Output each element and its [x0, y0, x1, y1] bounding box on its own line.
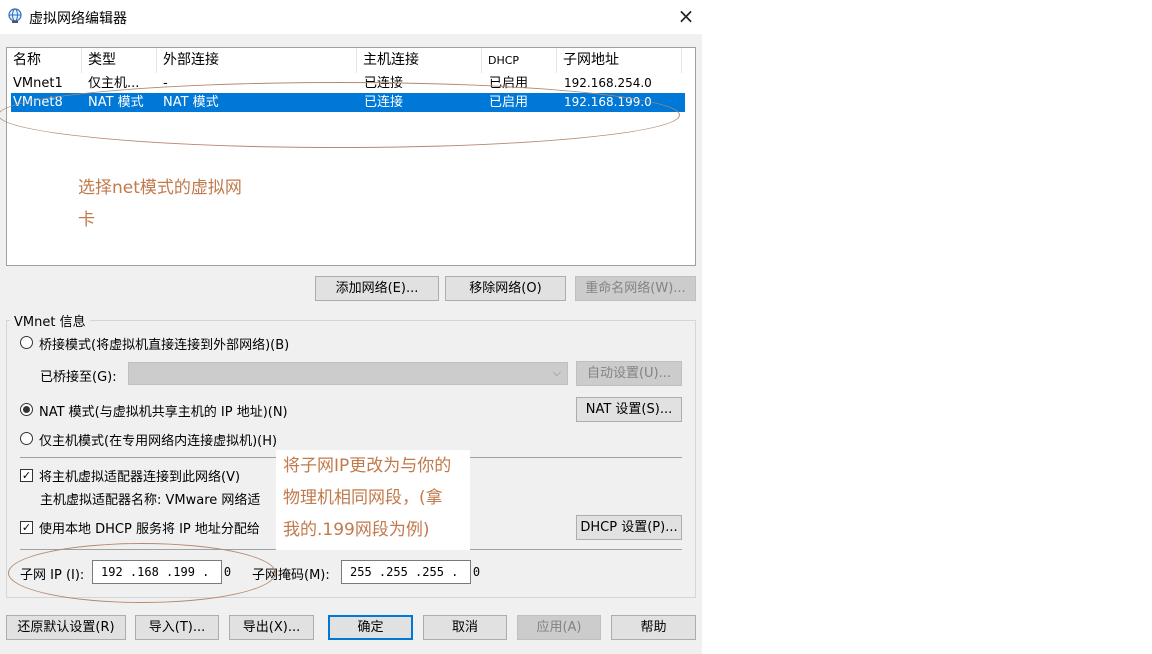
vmnet-info-label: VMnet 信息: [10, 311, 90, 330]
host-only-label[interactable]: 仅主机模式(在专用网络内连接虚拟机)(H): [39, 430, 277, 449]
network-globe-icon: [7, 8, 23, 24]
rename-network-button[interactable]: 重命名网络(W)...: [575, 276, 696, 301]
use-dhcp-label[interactable]: 使用本地 DHCP 服务将 IP 地址分配给: [39, 518, 260, 537]
list-header: 名称 类型 外部连接 主机连接 DHCP 子网地址: [7, 48, 695, 73]
remove-network-button[interactable]: 移除网络(O): [445, 276, 566, 301]
annotation-select-line2: 卡: [78, 210, 95, 230]
annotation-select-line1: 选择net模式的虚拟网: [78, 178, 242, 198]
column-header-dhcp[interactable]: DHCP: [482, 48, 557, 73]
apply-button[interactable]: 应用(A): [517, 615, 601, 640]
chevron-down-icon: ⌵: [552, 366, 561, 379]
export-button[interactable]: 导出(X)...: [229, 615, 314, 640]
nat-settings-button[interactable]: NAT 设置(S)...: [576, 397, 682, 422]
bridged-to-select[interactable]: ⌵: [128, 362, 568, 385]
column-header-name[interactable]: 名称: [7, 48, 82, 73]
auto-settings-button[interactable]: 自动设置(U)...: [576, 361, 682, 386]
nat-mode-radio[interactable]: [20, 403, 33, 416]
add-network-button[interactable]: 添加网络(E)...: [315, 276, 439, 301]
connect-adapter-label[interactable]: 将主机虚拟适配器连接到此网络(V): [39, 466, 240, 485]
use-dhcp-checkbox[interactable]: ✓: [20, 521, 33, 534]
column-header-external[interactable]: 外部连接: [157, 48, 357, 73]
connect-adapter-checkbox[interactable]: ✓: [20, 469, 33, 482]
column-header-type[interactable]: 类型: [82, 48, 157, 73]
column-header-subnet[interactable]: 子网地址: [557, 48, 682, 73]
bridge-mode-label[interactable]: 桥接模式(将虚拟机直接连接到外部网络)(B): [39, 334, 289, 353]
help-button[interactable]: 帮助: [611, 615, 696, 640]
bridge-mode-radio[interactable]: [20, 336, 33, 349]
annotation-oval-selected-row: [0, 82, 680, 148]
close-icon[interactable]: ×: [672, 4, 700, 30]
import-button[interactable]: 导入(T)...: [135, 615, 219, 640]
nat-mode-label[interactable]: NAT 模式(与虚拟机共享主机的 IP 地址)(N): [39, 401, 288, 420]
window-title: 虚拟网络编辑器: [29, 11, 127, 27]
annotation-change-line3: 我的.199网段为例): [283, 520, 430, 540]
annotation-change-line2: 物理机相同网段，(拿: [283, 488, 443, 508]
subnet-mask-field[interactable]: 255 .255 .255 . 0: [341, 560, 480, 584]
host-only-radio[interactable]: [20, 432, 33, 445]
dhcp-settings-button[interactable]: DHCP 设置(P)...: [576, 515, 682, 540]
title-bar: 虚拟网络编辑器 ×: [0, 0, 702, 34]
annotation-change-line1: 将子网IP更改为与你的: [283, 456, 452, 476]
adapter-name-label: 主机虚拟适配器名称: VMware 网络适: [40, 493, 261, 508]
column-header-host[interactable]: 主机连接: [357, 48, 482, 73]
bridged-to-label: 已桥接至(G):: [40, 370, 117, 385]
annotation-oval-subnet-ip: [8, 543, 276, 603]
cell-subnet: 192.168.254.0: [564, 76, 652, 90]
restore-defaults-button[interactable]: 还原默认设置(R): [6, 615, 126, 640]
ok-button[interactable]: 确定: [328, 615, 413, 640]
network-list[interactable]: 名称 类型 外部连接 主机连接 DHCP 子网地址 VMnet1 仅主机... …: [6, 47, 696, 266]
cancel-button[interactable]: 取消: [423, 615, 507, 640]
cell-name: VMnet1: [13, 76, 63, 91]
